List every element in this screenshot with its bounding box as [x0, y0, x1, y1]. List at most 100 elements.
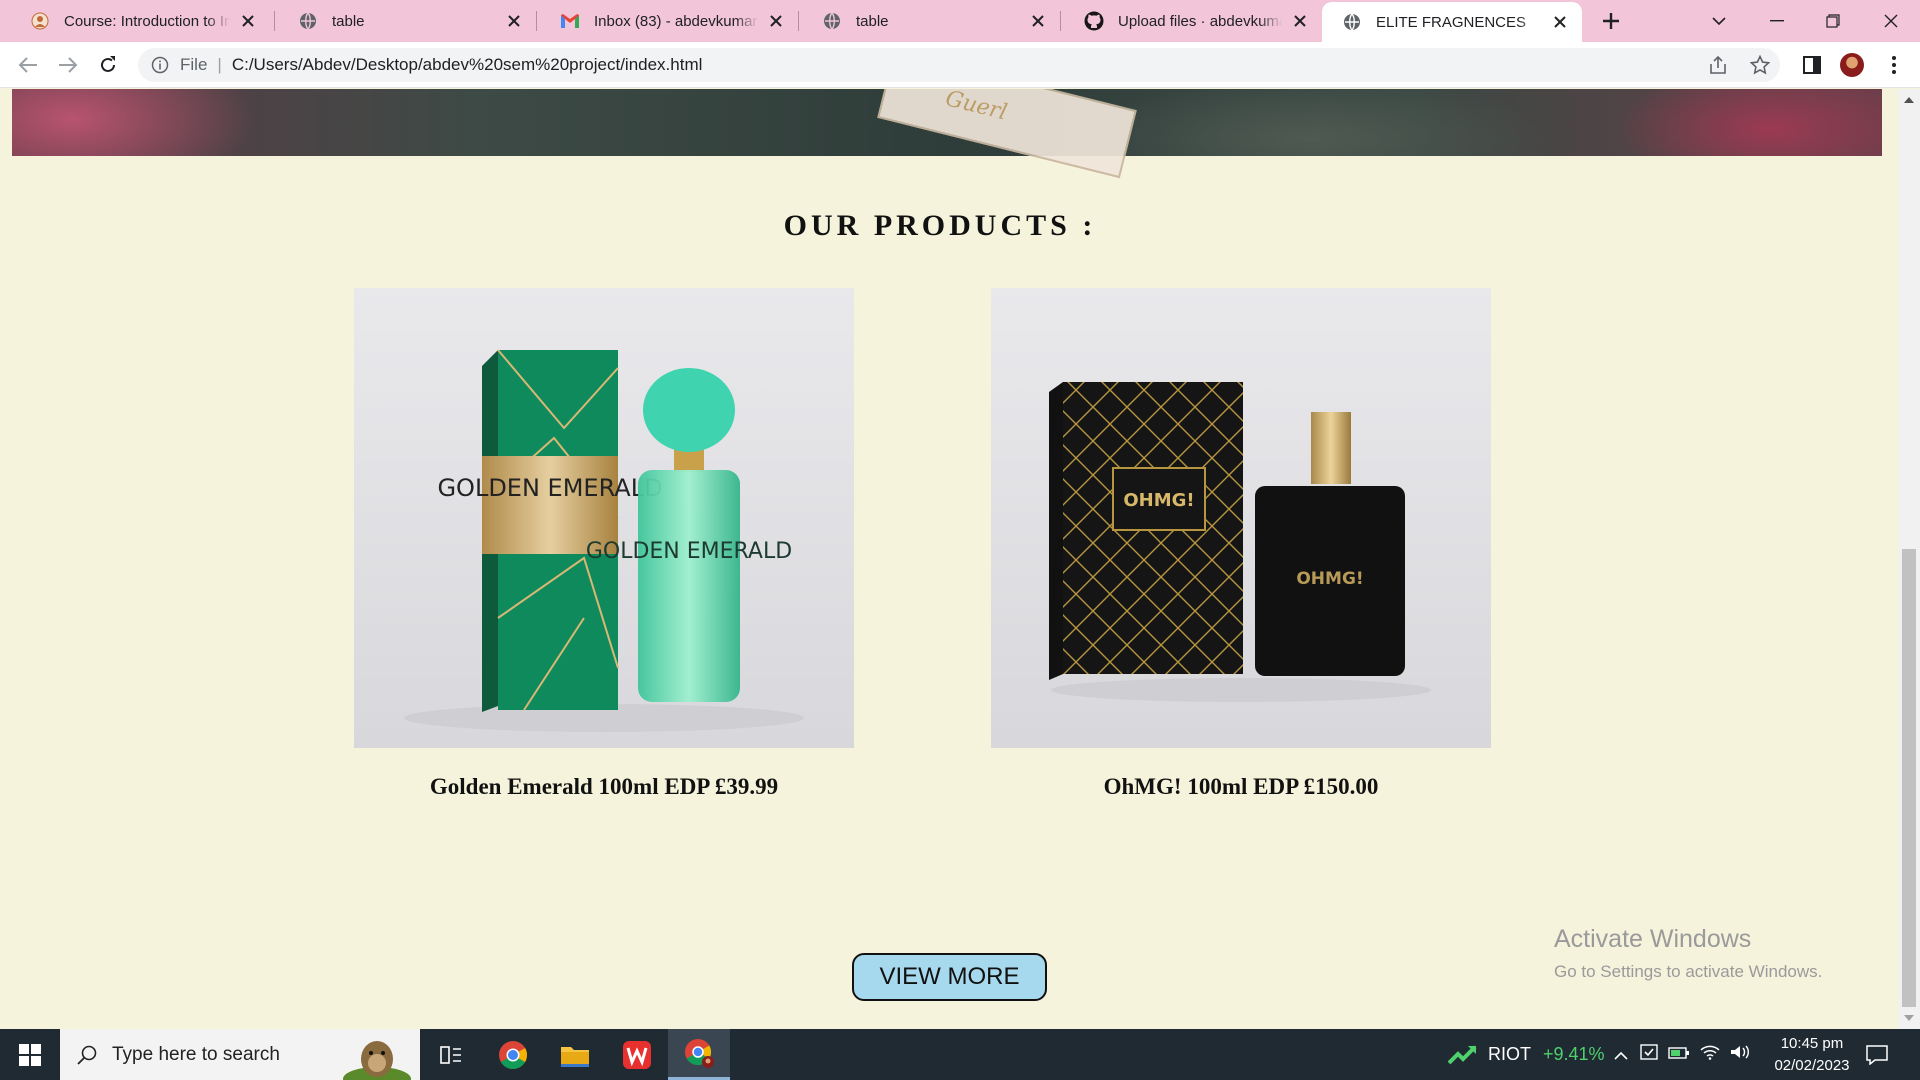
tab-divider	[536, 11, 537, 31]
close-window-button[interactable]	[1862, 0, 1920, 42]
close-icon[interactable]	[1290, 11, 1310, 31]
arrow-left-icon	[18, 57, 37, 73]
volume-icon[interactable]	[1730, 1044, 1750, 1065]
tab-title: Course: Introduction to Info	[64, 12, 230, 30]
clock-time: 10:45 pm	[1780, 1035, 1844, 1052]
stock-trend-up-icon	[1448, 1045, 1477, 1064]
view-more-button[interactable]: VIEW MORE	[852, 953, 1047, 1001]
close-icon[interactable]	[238, 11, 258, 31]
chrome-profile-icon	[685, 1039, 714, 1068]
github-icon	[1084, 11, 1104, 31]
security-icon[interactable]	[1640, 1043, 1658, 1066]
tab-divider	[798, 11, 799, 31]
wps-office-taskbar-button[interactable]	[606, 1029, 668, 1080]
section-title: OUR PRODUCTS :	[783, 209, 1097, 242]
task-view-icon	[440, 1045, 461, 1064]
chevron-up-icon[interactable]	[1614, 1044, 1628, 1065]
scroll-down-icon[interactable]	[1904, 1013, 1914, 1023]
system-tray	[1614, 1029, 1750, 1080]
product-card-ohmg[interactable]: OHMG! OHMG! OhMG! 100ml EDP £150.00	[991, 288, 1491, 800]
bookmark-star-icon[interactable]	[1749, 54, 1771, 80]
windows-start-button[interactable]	[0, 1029, 60, 1080]
taskbar-clock[interactable]: 10:45 pm 02/02/2023	[1762, 1033, 1862, 1077]
gmail-icon	[560, 11, 580, 31]
address-bar[interactable]: File | C:/Users/Abdev/Desktop/abdev%20se…	[138, 48, 1780, 82]
battery-icon[interactable]	[1668, 1044, 1690, 1065]
notifications-button[interactable]	[1848, 1029, 1906, 1080]
product-box-text: GOLDEN EMERALD	[437, 474, 662, 502]
search-icon	[76, 1044, 98, 1066]
perfume-card-image: Guerl	[877, 89, 1137, 179]
tab-divider	[1060, 11, 1061, 31]
page-viewport: Guerl OUR PRODUCTS : GOLDEN EMERALD GOLD…	[0, 89, 1898, 1029]
notification-icon	[1866, 1044, 1888, 1065]
more-menu-icon[interactable]	[1882, 53, 1906, 77]
close-icon[interactable]	[1028, 11, 1048, 31]
forward-button[interactable]	[54, 51, 82, 79]
product-card-golden-emerald[interactable]: GOLDEN EMERALD GOLDEN EMERALD Golden Eme…	[354, 288, 854, 800]
tab-course[interactable]: Course: Introduction to Info	[10, 0, 270, 42]
url-text[interactable]: C:/Users/Abdev/Desktop/abdev%20sem%20pro…	[232, 55, 703, 75]
groundhog-mascot-icon	[343, 1041, 411, 1080]
close-icon[interactable]	[766, 11, 786, 31]
globe-icon	[1342, 12, 1362, 32]
reload-icon	[101, 56, 115, 72]
page-scrollbar[interactable]	[1898, 89, 1920, 1029]
tab-title: Inbox (83) - abdevkumar21	[594, 12, 758, 30]
wifi-icon[interactable]	[1700, 1044, 1720, 1065]
browser-toolbar: File | C:/Users/Abdev/Desktop/abdev%20se…	[0, 42, 1920, 88]
tab-inbox[interactable]: Inbox (83) - abdevkumar21	[540, 0, 798, 42]
taskbar-search-box[interactable]: Type here to search	[60, 1029, 420, 1080]
product-box-text: OHMG!	[1123, 490, 1194, 511]
chrome-icon	[499, 1040, 527, 1069]
product-bottle-text: OHMG!	[1296, 569, 1363, 589]
product-image-ohmg[interactable]: OHMG! OHMG!	[991, 288, 1491, 748]
wps-office-icon	[623, 1040, 651, 1069]
activate-windows-watermark: Activate Windows Go to Settings to activ…	[1554, 925, 1822, 982]
tab-title: Upload files · abdevkumar/	[1118, 12, 1282, 30]
globe-icon	[298, 11, 318, 31]
stock-name: RIOT	[1488, 1044, 1531, 1064]
product-image-golden-emerald[interactable]: GOLDEN EMERALD GOLDEN EMERALD	[354, 288, 854, 748]
stock-widget[interactable]: RIOT +9.41%	[1448, 1029, 1605, 1080]
close-icon[interactable]	[1550, 12, 1570, 32]
reload-button[interactable]	[94, 51, 122, 79]
search-placeholder: Type here to search	[112, 1043, 280, 1065]
tab-title: table	[332, 12, 365, 30]
folder-icon	[561, 1046, 589, 1067]
watermark-title: Activate Windows	[1554, 925, 1752, 953]
url-scheme: File	[180, 55, 208, 74]
share-icon[interactable]	[1708, 55, 1728, 80]
new-tab-button[interactable]	[1598, 8, 1624, 34]
task-view-button[interactable]	[420, 1029, 482, 1080]
chrome-taskbar-button[interactable]	[482, 1029, 544, 1080]
tab-table-1[interactable]: table	[278, 0, 536, 42]
tab-table-2[interactable]: table	[802, 0, 1060, 42]
close-icon[interactable]	[504, 11, 524, 31]
scroll-up-icon[interactable]	[1904, 95, 1914, 105]
scrollbar-thumb[interactable]	[1902, 549, 1916, 1007]
side-panel-icon[interactable]	[1800, 53, 1824, 77]
product-name: OhMG! 100ml EDP £150.00	[1103, 774, 1379, 799]
tab-elite-fragnences[interactable]: ELITE FRAGNENCES	[1322, 2, 1582, 42]
arrow-right-icon	[59, 57, 78, 73]
globe-icon	[822, 11, 842, 31]
tab-github-upload[interactable]: Upload files · abdevkumar/	[1064, 0, 1322, 42]
back-button[interactable]	[14, 51, 42, 79]
tab-search-button[interactable]	[1690, 0, 1748, 42]
chevron-down-icon	[1712, 16, 1726, 25]
clock-date: 02/02/2023	[1774, 1057, 1850, 1074]
minimize-button[interactable]	[1748, 0, 1806, 42]
url-divider: |	[217, 55, 222, 74]
profile-avatar[interactable]	[1840, 53, 1864, 77]
info-icon[interactable]	[150, 55, 170, 75]
watermark-subtitle: Go to Settings to activate Windows.	[1554, 962, 1823, 981]
restore-button[interactable]	[1804, 0, 1862, 42]
product-name: Golden Emerald 100ml EDP £39.99	[429, 774, 779, 799]
hero-card-text: Guerl	[942, 89, 1010, 126]
chrome-profile-taskbar-button[interactable]	[668, 1029, 730, 1080]
windows-logo-icon	[19, 1043, 41, 1066]
course-icon	[30, 11, 50, 31]
file-explorer-taskbar-button[interactable]	[544, 1029, 606, 1080]
tab-divider	[274, 11, 275, 31]
